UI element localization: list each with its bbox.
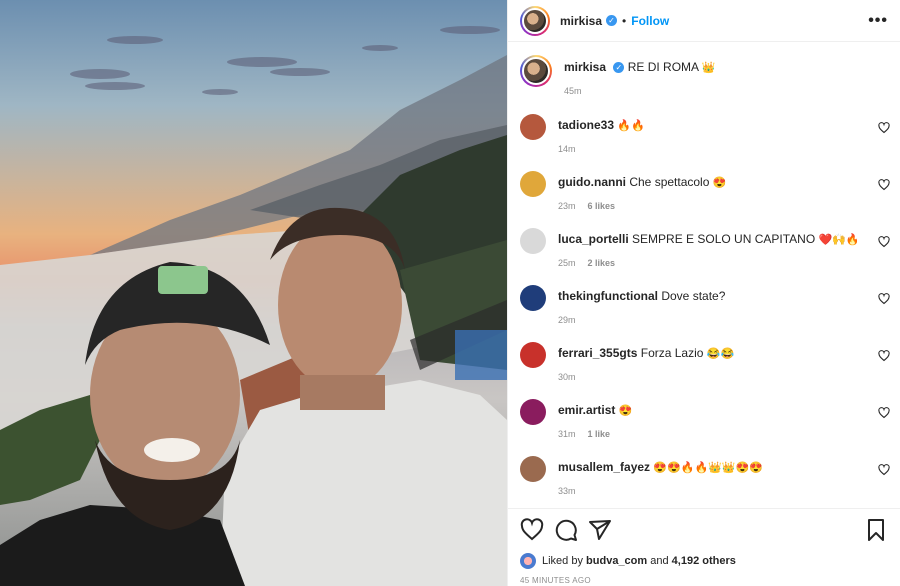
comment-text: Dove state? [661, 289, 726, 303]
caption: mirkisa ✓ RE DI ROMA 👑 45m [508, 43, 900, 113]
caption-text: RE DI ROMA [627, 60, 699, 74]
comment-username[interactable]: emir.artist [558, 403, 615, 417]
author-username[interactable]: mirkisa [560, 14, 602, 28]
heart-icon[interactable] [878, 464, 890, 476]
verified-icon: ✓ [606, 15, 618, 26]
commenter-avatar[interactable] [520, 171, 546, 197]
comment-item: musallem_fayez 😍😍🔥🔥👑👑😍😍 33m [508, 455, 900, 508]
separator-dot: • [622, 13, 627, 28]
comment-emoji: ❤️🙌🔥 [818, 234, 860, 246]
caption-time: 45m [564, 86, 582, 96]
post-side-panel: mirkisa ✓ • Follow ••• mirkisa ✓ RE DI R… [507, 0, 900, 586]
comment-item: ferrari_355gts Forza Lazio 😂😂 30m [508, 341, 900, 398]
heart-icon[interactable] [878, 179, 890, 191]
liked-by-avatar[interactable] [520, 553, 536, 569]
comment-time: 33m [558, 486, 576, 496]
comments-list[interactable]: mirkisa ✓ RE DI ROMA 👑 45m tadione33 🔥🔥 1… [508, 43, 900, 508]
comment-username[interactable]: tadione33 [558, 118, 614, 132]
commenter-avatar[interactable] [520, 456, 546, 482]
caption-username[interactable]: mirkisa [564, 60, 606, 74]
post-timestamp: 45 MINUTES AGO [520, 576, 591, 585]
verified-icon: ✓ [613, 62, 625, 74]
heart-icon[interactable] [878, 236, 890, 248]
heart-icon[interactable] [878, 407, 890, 419]
action-bar [508, 508, 900, 550]
more-icon[interactable]: ••• [868, 12, 888, 30]
comment-emoji: 🔥🔥 [617, 120, 645, 132]
heart-icon[interactable] [878, 122, 890, 134]
share-icon[interactable] [588, 518, 612, 542]
liked-by-prefix: Liked by [542, 555, 583, 567]
comment-time: 29m [558, 315, 576, 325]
comment-username[interactable]: guido.nanni [558, 175, 626, 189]
post-photo[interactable] [0, 0, 507, 586]
comment-emoji: 😂😂 [706, 348, 735, 360]
author-avatar[interactable] [520, 5, 550, 36]
post-header: mirkisa ✓ • Follow ••• [508, 0, 900, 42]
comment-emoji: 😍😍🔥🔥👑👑😍😍 [653, 462, 763, 474]
follow-button[interactable]: Follow [631, 14, 669, 28]
comment-item: luca_portelli SEMPRE E SOLO UN CAPITANO … [508, 227, 900, 284]
comment-item: tadione33 🔥🔥 14m [508, 113, 900, 170]
commenter-avatar[interactable] [520, 342, 546, 368]
comment-emoji: 😍 [618, 405, 633, 417]
liked-by-others[interactable]: 4,192 others [672, 555, 736, 567]
comment-time: 14m [558, 144, 576, 154]
comment-emoji: 😍 [712, 177, 727, 189]
comment-text: SEMPRE E SOLO UN CAPITANO [632, 232, 816, 246]
comment-username[interactable]: ferrari_355gts [558, 346, 637, 360]
comment-time: 31m [558, 429, 576, 439]
bookmark-icon[interactable] [864, 518, 888, 542]
caption-emoji: 👑 [701, 62, 716, 74]
comment-username[interactable]: luca_portelli [558, 232, 629, 246]
comment-time: 30m [558, 372, 576, 382]
comment-item: guido.nanni Che spettacolo 😍 23m 6 likes [508, 170, 900, 227]
liked-by: Liked by budva_com and 4,192 others [520, 553, 736, 569]
heart-icon[interactable] [520, 517, 544, 542]
comment-text: Forza Lazio [640, 346, 704, 360]
heart-icon[interactable] [878, 293, 890, 305]
comment-username[interactable]: musallem_fayez [558, 460, 650, 474]
liked-by-and: and [650, 555, 669, 567]
comment-likes[interactable]: 1 like [588, 429, 611, 439]
comment-item: thekingfunctional Dove state? 29m [508, 284, 900, 341]
comment-likes[interactable]: 6 likes [588, 201, 616, 211]
commenter-avatar[interactable] [520, 399, 546, 425]
comment-time: 23m [558, 201, 576, 211]
comment-item: emir.artist 😍 31m 1 like [508, 398, 900, 455]
comment-likes[interactable]: 2 likes [588, 258, 616, 268]
liked-by-user[interactable]: budva_com [586, 555, 647, 567]
comment-text: Che spettacolo [629, 175, 710, 189]
comment-username[interactable]: thekingfunctional [558, 289, 658, 303]
commenter-avatar[interactable] [520, 114, 546, 140]
photo-scene [0, 26, 507, 586]
comment-icon[interactable] [554, 518, 578, 542]
heart-icon[interactable] [878, 350, 890, 362]
comment-time: 25m [558, 258, 576, 268]
caption-avatar[interactable] [520, 55, 552, 87]
commenter-avatar[interactable] [520, 228, 546, 254]
commenter-avatar[interactable] [520, 285, 546, 311]
